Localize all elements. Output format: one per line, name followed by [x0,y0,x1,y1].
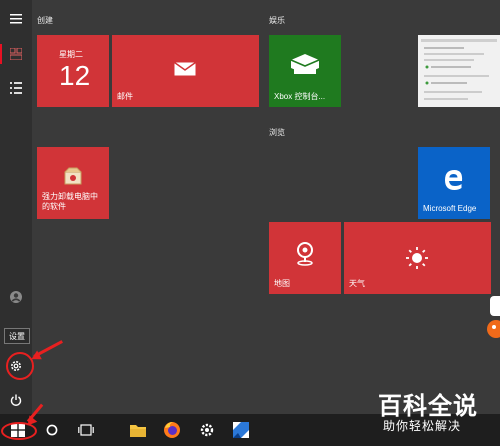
task-view-icon [78,424,94,436]
map-pin-icon [291,238,319,268]
power-icon [10,394,22,406]
photos-preview-tile[interactable] [418,35,500,107]
expand-menu-button[interactable] [0,4,32,34]
xbox-label: Xbox 控制台... [274,92,326,101]
tiles-view-button[interactable] [0,39,32,69]
software-box-icon [61,165,85,187]
uninstall-label: 强力卸载电脑中 的软件 [42,192,98,211]
cortana-circle-icon [46,424,58,436]
folder-icon [130,425,146,437]
mail-label: 邮件 [117,92,133,101]
maps-tile[interactable]: 地图 [269,222,341,294]
mail-icon [170,59,200,79]
sun-icon [402,244,432,272]
settings-tooltip: 设置 [4,328,30,344]
section-browse-header: 浏览 [269,128,285,137]
watermark-title: 百科全说 [378,393,478,420]
maps-label: 地图 [274,279,290,288]
all-apps-button[interactable] [0,73,32,103]
weather-label: 天气 [349,279,365,288]
all-apps-list-icon [10,82,22,94]
microsoft-edge-tile[interactable]: Microsoft Edge [418,147,490,219]
side-panel-handle[interactable] [490,296,500,316]
app-button[interactable] [229,418,253,442]
hamburger-menu-icon [10,14,22,24]
edge-label: Microsoft Edge [423,204,477,213]
floating-assistant-icon[interactable] [486,318,500,340]
screenshot-thumbnail [421,39,497,100]
uninstall-software-tile[interactable]: 强力卸载电脑中 的软件 [37,147,109,219]
calendar-weekday: 星期二 [59,50,83,59]
search-button[interactable] [40,418,64,442]
settings-app-button[interactable] [195,418,219,442]
file-explorer-button[interactable] [126,418,150,442]
power-button[interactable] [0,385,32,415]
section-entertainment-header: 娱乐 [269,16,285,25]
weather-tile[interactable]: 天气 [344,222,491,294]
watermark-subtitle: 助你轻松解决 [383,419,462,433]
calendar-tile[interactable]: 星期二 12 [37,35,109,107]
firefox-icon [164,422,180,438]
xbox-console-tile[interactable]: Xbox 控制台... [269,35,341,107]
gear-icon [200,423,214,437]
mail-tile[interactable]: 邮件 [112,35,259,107]
section-create-header: 创建 [37,16,53,25]
firefox-button[interactable] [160,418,184,442]
calendar-day: 12 [59,60,91,91]
all-tiles-icon [10,48,22,60]
blue-app-icon [233,422,249,438]
user-account-button[interactable] [0,282,32,312]
user-icon [10,291,22,303]
edge-logo-icon [440,165,468,193]
xbox-console-icon [285,49,325,81]
task-view-button[interactable] [74,418,98,442]
